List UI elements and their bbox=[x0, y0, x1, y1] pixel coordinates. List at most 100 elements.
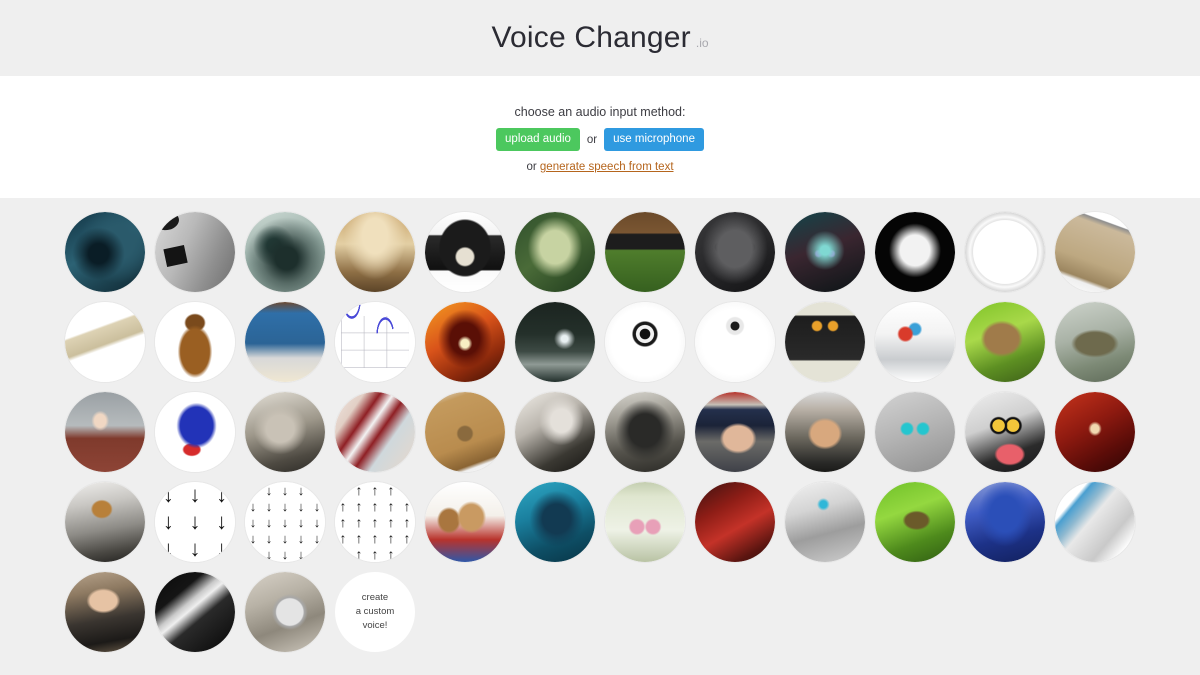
voice-option-red-machine[interactable] bbox=[695, 482, 775, 562]
red-demon-icon bbox=[1055, 392, 1135, 472]
voice-option-chipmunks[interactable] bbox=[425, 482, 505, 562]
sprinter-icon bbox=[65, 392, 145, 472]
voice-cell bbox=[960, 392, 1050, 472]
voice-option-mosquito[interactable] bbox=[875, 482, 955, 562]
voice-option-silver-toy-robot[interactable] bbox=[875, 302, 955, 382]
voice-option-green-alien[interactable] bbox=[515, 212, 595, 292]
tortoise-icon bbox=[1055, 302, 1135, 382]
voice-cell bbox=[510, 392, 600, 472]
voice-option-tuning-knob[interactable] bbox=[245, 572, 325, 652]
voice-option-pitch-down-large[interactable]: ↓ ↓ ↓ ↓ ↓ ↓ ↓ ↓ ↓ ↓ ↓ ↓ ↓ ↓ ↓ ↓ ↓ ↓ ↓ ↓ ↓ ↓ ↓ ↓ ↓ bbox=[245, 482, 325, 562]
voice-cell bbox=[960, 482, 1050, 562]
voice-option-effects-pedal[interactable] bbox=[245, 302, 325, 382]
voice-option-tortoise[interactable] bbox=[1055, 302, 1135, 382]
voice-cell: ↓ ↓ ↓ ↓ ↓ ↓ ↓ ↓ ↓ ↓ ↓ ↓ ↓ ↓ ↓ ↓ ↓ ↓ ↓ ↓ ↓ ↓ ↓ ↓ ↓ bbox=[240, 482, 330, 562]
brand-tld: .io bbox=[695, 36, 709, 50]
voice-option-cathedral[interactable] bbox=[335, 212, 415, 292]
silver-toy-robot-icon bbox=[875, 302, 955, 382]
voice-cell bbox=[780, 212, 870, 292]
green-alien-icon bbox=[515, 212, 595, 292]
wooden-radio-icon bbox=[425, 392, 505, 472]
voice-option-wwii-soldier[interactable] bbox=[245, 392, 325, 472]
voice-option-blue-transformer[interactable] bbox=[965, 482, 1045, 562]
voice-cell: ↑ ↑ ↑ ↑ ↑ ↑ ↑ ↑ ↑ ↑ ↑ ↑ ↑ ↑ ↑ ↑ ↑ ↑ ↑ ↑ ↑ ↑ ↑ ↑ ↑ bbox=[330, 482, 420, 562]
voice-option-sprinter[interactable] bbox=[65, 392, 145, 472]
voice-option-anonymous-mask[interactable] bbox=[875, 212, 955, 292]
fire-demon-icon bbox=[425, 302, 505, 382]
voice-option-robotic-snake[interactable] bbox=[785, 482, 865, 562]
voice-option-white-robot[interactable] bbox=[695, 302, 775, 382]
voice-cell bbox=[690, 302, 780, 382]
voice-cell bbox=[240, 572, 330, 652]
toy-robot-white-icon bbox=[965, 392, 1045, 472]
wtf-meme-icon bbox=[785, 392, 865, 472]
tts-line: or generate speech from text bbox=[526, 161, 673, 173]
voice-option-bane-mask[interactable] bbox=[65, 572, 145, 652]
brand-logo[interactable]: Voice Changer .io bbox=[491, 21, 708, 55]
voice-option-ghost-behind-glass[interactable] bbox=[245, 212, 325, 292]
red-machine-icon bbox=[695, 482, 775, 562]
tts-prefix: or bbox=[526, 161, 540, 174]
voice-option-grey-alien[interactable] bbox=[695, 212, 775, 292]
voice-option-wooden-radio[interactable] bbox=[425, 392, 505, 472]
arrow-up-icon: ↑ ↑ ↑ ↑ ↑ ↑ ↑ ↑ ↑ ↑ ↑ ↑ ↑ ↑ ↑ ↑ ↑ ↑ ↑ ↑ ↑ ↑ ↑ ↑ ↑ bbox=[339, 482, 411, 562]
voice-option-melting-clock[interactable] bbox=[605, 212, 685, 292]
voice-cell bbox=[690, 482, 780, 562]
voice-option-cymbal[interactable] bbox=[65, 302, 145, 382]
voice-option-megaphone[interactable] bbox=[1055, 482, 1135, 562]
voice-option-grey-robot[interactable] bbox=[875, 392, 955, 472]
voice-cell bbox=[960, 302, 1050, 382]
voice-cell bbox=[240, 392, 330, 472]
voice-cell bbox=[960, 212, 1050, 292]
voice-option-dalek[interactable] bbox=[155, 302, 235, 382]
voice-option-pitch-up[interactable]: ↑ ↑ ↑ ↑ ↑ ↑ ↑ ↑ ↑ ↑ ↑ ↑ ↑ ↑ ↑ ↑ ↑ ↑ ↑ ↑ ↑ ↑ ↑ ↑ ↑ bbox=[335, 482, 415, 562]
voice-option-retro-computer[interactable] bbox=[605, 482, 685, 562]
voice-cell bbox=[1050, 392, 1140, 472]
audio-input-panel: choose an audio input method: upload aud… bbox=[0, 76, 1200, 198]
voice-cell bbox=[600, 302, 690, 382]
voice-option-sonic-hedgehog[interactable] bbox=[155, 392, 235, 472]
voice-option-toy-robot-white[interactable] bbox=[965, 392, 1045, 472]
voice-cell bbox=[330, 392, 420, 472]
voice-cell bbox=[60, 572, 150, 652]
voice-option-astronaut[interactable] bbox=[65, 482, 145, 562]
voice-cell bbox=[780, 482, 870, 562]
melting-clock-icon bbox=[605, 212, 685, 292]
voice-option-rotary-telephone[interactable] bbox=[425, 212, 505, 292]
voice-option-loudspeakers[interactable] bbox=[155, 212, 235, 292]
voice-option-fire-demon[interactable] bbox=[425, 302, 505, 382]
voice-option-snail[interactable] bbox=[965, 302, 1045, 382]
dalek-icon bbox=[155, 302, 235, 382]
voice-option-red-demon[interactable] bbox=[1055, 392, 1135, 472]
voice-cell bbox=[150, 302, 240, 382]
playing-cards-icon bbox=[335, 392, 415, 472]
use-microphone-button[interactable]: use microphone bbox=[604, 127, 704, 152]
voice-option-pitch-down-small[interactable]: ↓ ↓ ↓ ↓ ↓ ↓ ↓ ↓ ↓ bbox=[155, 482, 235, 562]
upload-audio-button[interactable]: upload audio bbox=[496, 127, 580, 152]
anonymous-mask-icon bbox=[875, 212, 955, 292]
voice-option-playing-cards[interactable] bbox=[335, 392, 415, 472]
voice-option-armored-dark-lord[interactable] bbox=[605, 392, 685, 472]
megaphone-icon bbox=[1055, 482, 1135, 562]
voice-cell bbox=[150, 392, 240, 472]
voice-option-scuba-diver[interactable] bbox=[515, 482, 595, 562]
cathedral-icon bbox=[335, 212, 415, 292]
generate-speech-from-text-link[interactable]: generate speech from text bbox=[540, 161, 674, 173]
voice-option-cyborg-head[interactable] bbox=[785, 212, 865, 292]
white-robot-eye-icon bbox=[605, 302, 685, 382]
voice-option-turntable-tonearm[interactable] bbox=[155, 572, 235, 652]
voice-cell bbox=[420, 482, 510, 562]
voice-option-early-telephone[interactable] bbox=[515, 392, 595, 472]
voice-option-dark-cave[interactable] bbox=[515, 302, 595, 382]
voice-option-wtf-meme[interactable] bbox=[785, 392, 865, 472]
voice-grid: ↓ ↓ ↓ ↓ ↓ ↓ ↓ ↓ ↓ ↓ ↓ ↓ ↓ ↓ ↓ ↓ ↓ ↓ ↓ ↓ ↓ ↓ ↓ ↓ ↓ ↓ ↓ ↓ ↓ ↓ ↓ ↓ ↓ ↓ ↑ ↑ ↑ ↑ ↑ ↑… bbox=[55, 212, 1145, 652]
voice-option-vintage-radio[interactable] bbox=[1055, 212, 1135, 292]
voice-option-reversed-clock[interactable] bbox=[965, 212, 1045, 292]
site-header: Voice Changer .io bbox=[0, 0, 1200, 76]
voice-option-white-robot-eye[interactable] bbox=[605, 302, 685, 382]
create-custom-voice-button[interactable]: create a custom voice! bbox=[335, 572, 415, 652]
voice-option-ocean-wave[interactable] bbox=[65, 212, 145, 292]
voice-option-sine-wave[interactable] bbox=[335, 302, 415, 382]
voice-option-black-tin-robot[interactable] bbox=[785, 302, 865, 382]
voice-option-russian-soldier[interactable] bbox=[695, 392, 775, 472]
